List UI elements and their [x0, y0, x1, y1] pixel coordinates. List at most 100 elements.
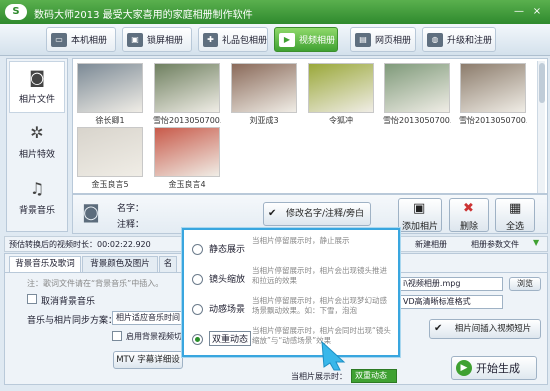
video-format-select[interactable]: VD高清晰标准格式 — [399, 295, 503, 309]
option-dynamic-scene[interactable]: 动感场景 当相片停留展示时，相片会出现梦幻动感场景飘动效果。如：下雪，泡泡 — [192, 296, 392, 326]
option-static[interactable]: 静态展示 当相片停留展示时，静止展示 — [192, 236, 392, 266]
photo-thumbnail[interactable]: 令狐冲 — [307, 63, 375, 129]
tab-label: 本机相册 — [71, 36, 108, 46]
webpage-icon: ▤ — [355, 32, 371, 47]
option-name: 双重动态 — [209, 331, 252, 346]
radio-button[interactable] — [192, 244, 203, 255]
photo-image — [154, 127, 220, 177]
checkmark-icon: ✔ — [268, 208, 277, 219]
option-description: 当相片停留展示时，静止展示 — [252, 236, 350, 245]
tab-local-album[interactable]: ▭ 本机相册 — [46, 27, 116, 52]
tab-label: 视频相册 — [299, 36, 336, 46]
globe-icon: ◍ — [427, 32, 443, 47]
photo-caption: 雪怡2013050700... — [153, 116, 221, 125]
tab-music-lyrics[interactable]: 背景音乐及歌词 — [9, 256, 81, 272]
button-label: 相片间插入视频短片 — [454, 324, 532, 334]
photo-caption: 金玉良言4 — [168, 180, 206, 189]
photo-caption: 雪怡2013050700... — [459, 116, 527, 125]
monitor-icon: ▣ — [127, 32, 143, 47]
photo-image — [384, 63, 450, 113]
option-name: 镜头缩放 — [209, 275, 246, 285]
close-button[interactable]: × — [530, 5, 544, 18]
scrollbar-thumb[interactable] — [539, 63, 545, 103]
title-bar: S 数码大师2013 最受大家喜用的家庭相册制作软件 — × — [0, 0, 550, 24]
add-image-icon: ▣ — [413, 201, 426, 216]
edit-name-note-button[interactable]: ✔ 修改名字/注释/旁白 — [263, 202, 371, 226]
computer-icon: ▭ — [51, 32, 67, 47]
cancel-music-label: 取消背景音乐 — [41, 297, 96, 307]
delete-icon: ✖ — [463, 201, 474, 216]
tab-lockscreen-album[interactable]: ▣ 锁屏相册 — [122, 27, 192, 52]
photo-thumbnail[interactable]: 徐长卿1 — [76, 63, 144, 129]
tab-label: 礼品包相册 — [221, 36, 267, 46]
film-icon: ▶ — [279, 32, 295, 47]
tab-web-album[interactable]: ▤ 网页相册 — [350, 27, 416, 52]
nav-photo-effects[interactable]: ✲ 相片特效 — [9, 117, 65, 169]
nav-label: 相片特效 — [18, 150, 55, 160]
photo-caption: 徐长卿1 — [95, 116, 125, 125]
nav-photo-files[interactable]: ◙ 相片文件 — [9, 61, 65, 113]
photo-image — [460, 63, 526, 113]
option-zoom[interactable]: 镜头缩放 当相片停留展示时，相片会出现镜头推进和拉远的效果 — [192, 266, 392, 296]
photo-caption: 雪怡2013050700... — [383, 116, 451, 125]
button-label: 删除 — [459, 222, 478, 232]
show-mode-popup: 静态展示 当相片停留展示时，静止展示 镜头缩放 当相片停留展示时，相片会出现镜头… — [182, 228, 400, 357]
sync-select[interactable]: 相片适应音乐时间 — [112, 311, 182, 325]
nav-label: 相片文件 — [18, 95, 55, 105]
insert-video-clip-button[interactable]: ✔ 相片间插入视频短片 — [429, 319, 541, 339]
add-photo-button[interactable]: ▣ 添加相片 — [398, 198, 442, 232]
tab-label: 锁屏相册 — [147, 36, 184, 46]
new-album-link[interactable]: 新建相册 — [415, 239, 447, 250]
tab-gift-album[interactable]: ✚ 礼品包相册 — [198, 27, 268, 52]
gallery-scrollbar[interactable] — [537, 61, 545, 193]
tab-background-color[interactable]: 背景颜色及图片 — [82, 256, 158, 272]
option-name: 静态展示 — [209, 245, 246, 255]
enable-lyrics-checkbox[interactable] — [112, 331, 122, 341]
mtv-settings-button[interactable]: MTV 字幕详细设 — [113, 351, 183, 369]
tab-name[interactable]: 名 — [159, 256, 177, 272]
select-all-icon: ▦ — [509, 201, 522, 216]
dropdown-arrow-icon[interactable]: ▼ — [533, 238, 539, 247]
tab-video-album[interactable]: ▶ 视频相册 — [274, 27, 338, 52]
gift-icon: ✚ — [203, 32, 218, 47]
show-mode-label: 当相片展示时： — [291, 372, 347, 381]
play-icon: ▶ — [456, 360, 472, 376]
radio-button[interactable] — [192, 274, 203, 285]
photo-thumbnail[interactable]: 雪怡2013050700... — [459, 63, 527, 129]
photo-thumbnail[interactable]: 金玉良言4 — [153, 127, 221, 193]
show-mode-select[interactable]: 双重动态 — [351, 369, 397, 383]
photo-caption: 刘亚成3 — [249, 116, 279, 125]
photo-thumbnail[interactable]: 雪怡2013050700... — [383, 63, 451, 129]
photo-image — [77, 63, 143, 113]
pointer-arrow-icon — [321, 340, 346, 371]
output-path-field[interactable]: i\视频相册.mpg — [399, 277, 503, 291]
duration-text: 预估转换后的视频时长：00:02:22.920 — [9, 240, 151, 249]
photo-caption: 令狐冲 — [329, 116, 353, 125]
option-description: 当相片停留展示时，相片会出现镜头推进和拉远的效果 — [252, 266, 387, 285]
photo-thumbnail[interactable]: 雪怡2013050700... — [153, 63, 221, 129]
left-nav: ◙ 相片文件 ✲ 相片特效 ♫ 背景音乐 — [6, 58, 68, 232]
button-label: 开始生成 — [476, 362, 520, 375]
tab-upgrade-register[interactable]: ◍ 升级和注册 — [422, 27, 496, 52]
cancel-music-checkbox[interactable] — [27, 294, 37, 304]
button-label: 添加相片 — [401, 222, 438, 232]
checkmark-icon: ✔ — [434, 323, 443, 334]
photo-caption: 金玉良言5 — [91, 180, 129, 189]
minimize-button[interactable]: — — [512, 5, 526, 18]
select-all-button[interactable]: ▦ 全选 — [495, 198, 535, 232]
browse-button[interactable]: 浏览 — [509, 277, 541, 291]
photo-thumbnail[interactable]: 金玉良言5 — [76, 127, 144, 193]
window-title: 数码大师2013 最受大家喜用的家庭相册制作软件 — [34, 10, 253, 21]
photo-thumbnail[interactable]: 刘亚成3 — [230, 63, 298, 129]
delete-button[interactable]: ✖ 删除 — [449, 198, 489, 232]
option-dual-dynamic[interactable]: 双重动态 当相片停留展示时，相片会同时出现“镜头缩放”与“动感场景”效果 — [192, 326, 392, 356]
nav-background-music[interactable]: ♫ 背景音乐 — [9, 173, 65, 225]
start-generate-button[interactable]: ▶ 开始生成 — [451, 356, 537, 380]
camera-icon: ◙ — [29, 68, 45, 87]
params-file-link[interactable]: 相册参数文件 — [471, 239, 519, 250]
option-name: 动感场景 — [209, 305, 246, 315]
radio-button-selected[interactable] — [192, 334, 203, 345]
photo-gallery: 徐长卿1 雪怡2013050700... 刘亚成3 令狐冲 雪怡20130507… — [72, 58, 548, 194]
radio-button[interactable] — [192, 304, 203, 315]
photo-image — [231, 63, 297, 113]
